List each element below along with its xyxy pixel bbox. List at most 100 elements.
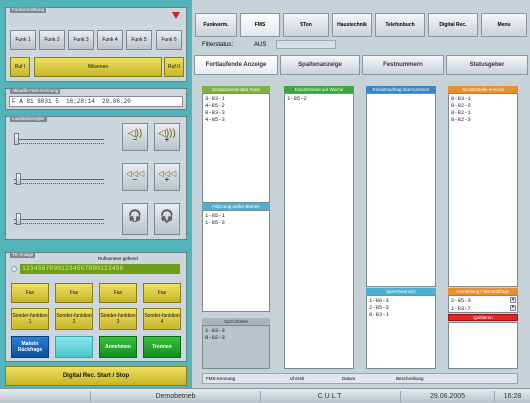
funk-1-button[interactable]: Funk 1 — [10, 30, 36, 50]
list-item[interactable]: 1-85-2 — [287, 95, 351, 102]
tab-spaltenanzeige[interactable]: Spaltenanzeige — [280, 55, 360, 75]
list-item[interactable]: 4-85-2 — [205, 102, 267, 109]
trennen-button[interactable]: Trennen — [143, 336, 181, 358]
ruf-1-button[interactable]: Ruf I — [10, 57, 30, 77]
list-sprechtaste[interactable]: 1-83-3 8-82-3 — [202, 325, 270, 369]
list-item[interactable]: 8-82-3 — [205, 334, 267, 341]
annehmen-button[interactable]: Annehmen — [99, 336, 137, 358]
slider-ticks — [14, 183, 104, 185]
volume-slider-knob[interactable] — [14, 133, 19, 145]
blank-button[interactable] — [55, 336, 93, 358]
volume-slider-track[interactable] — [14, 219, 104, 220]
slider-ticks — [14, 223, 104, 225]
status-cell — [0, 391, 90, 402]
tab-statusgeber[interactable]: Statusgeber — [446, 55, 528, 75]
list-item[interactable]: 2-85-3 — [451, 297, 515, 305]
fax-1-button[interactable]: Fax — [11, 283, 49, 303]
list-item[interactable]: 3-83-1 — [205, 95, 267, 102]
list-item[interactable]: 1-86-3 — [369, 297, 433, 304]
tab-digital-rec[interactable]: Digital Rec. — [428, 13, 478, 37]
list-item[interactable]: 1-85-3 — [205, 219, 267, 226]
tab-funkverm[interactable]: Funkverm. — [195, 13, 237, 37]
list-header-sprechwunsch: Sprechwunsch — [366, 288, 436, 295]
tab-5ton[interactable]: 5Ton — [283, 13, 329, 37]
tab-fms[interactable]: FMS — [240, 13, 280, 37]
sonderfunktion-2-button[interactable]: Sonder-funktion 2 — [55, 308, 93, 330]
headphone-plus-button[interactable]: 🎧 + — [154, 203, 180, 235]
label-fms-kennung: FMS-Kennung — [206, 376, 236, 381]
label-datum: Datum — [342, 376, 356, 381]
scroll-down-icon[interactable]: ▼ — [510, 305, 516, 311]
list-einsatzbereit-funk[interactable]: 3-83-1 4-85-2 8-83-3 4-85-3 — [202, 93, 270, 203]
panel-title: TK-Anlage — [10, 252, 36, 258]
filter-input[interactable] — [276, 40, 336, 49]
tab-telefonbuch[interactable]: Telefonbuch — [375, 13, 425, 37]
list-item[interactable]: 8-82-3 — [451, 116, 515, 123]
list-item[interactable]: 1-85-1 — [205, 212, 267, 219]
tab-menu[interactable]: Menu — [481, 13, 527, 37]
list-einsatzbereit-wache[interactable]: 1-85-2 — [284, 93, 354, 369]
list-einsatzstelle[interactable]: 8-83-1 8-82-2 8-82-1 8-82-3 — [448, 93, 518, 287]
funk-4-button[interactable]: Funk 4 — [97, 30, 123, 50]
list-ausser-betrieb[interactable]: 1-85-1 1-85-3 — [202, 210, 270, 312]
sonderfunktion-1-button[interactable]: Sonder-funktion 1 — [11, 308, 49, 330]
status-brand: CULT — [260, 391, 400, 402]
multi-speaker-plus-button[interactable]: ◁◁◁ + — [154, 163, 180, 191]
list-item[interactable]: 4-85-3 — [205, 116, 267, 123]
list-anmeldung[interactable]: 2-85-3 1-83-7 ▲ ▼ — [448, 295, 518, 313]
slider-ticks — [14, 143, 104, 145]
sonderfunktion-3-button[interactable]: Sonder-funktion 3 — [99, 308, 137, 330]
makeln-rueckfrage-button[interactable]: Makeln Rückfrage — [11, 336, 49, 358]
digital-rec-start-stop-button[interactable]: Digital Rec. Start / Stop — [5, 366, 187, 386]
mitsenen-button[interactable]: Mitsenen — [34, 57, 162, 77]
list-item[interactable]: 8-82-1 — [451, 109, 515, 116]
list-item[interactable]: 8-83-1 — [451, 95, 515, 102]
fms-kennung-display: F A 81 8031 5 16:28:14 29.06.20 — [9, 96, 183, 107]
sonderfunktion-4-button[interactable]: Sonder-funktion 4 — [143, 308, 181, 330]
main-area: Funkverm. FMS 5Ton Haustechnik Telefonbu… — [192, 0, 530, 388]
funk-5-button[interactable]: Funk 5 — [126, 30, 152, 50]
list-item[interactable]: 8-82-2 — [451, 102, 515, 109]
volume-slider-track[interactable] — [14, 179, 104, 180]
plus-icon: + — [164, 175, 170, 184]
headphone-minus-button[interactable]: 🎧 − — [122, 203, 148, 235]
list-item[interactable]: 1-83-7 — [451, 305, 515, 313]
list-header-einsatzbereit-funk: Einsatzbereit über Funk — [202, 86, 270, 93]
quittieren-button[interactable]: Quittieren — [448, 314, 518, 321]
list-item[interactable]: 8-83-3 — [205, 109, 267, 116]
volume-slider-track[interactable] — [14, 139, 104, 140]
fax-4-button[interactable]: Fax — [143, 283, 181, 303]
list-sprechwunsch[interactable]: 1-86-3 2-85-3 8-83-1 — [366, 295, 436, 369]
minus-icon: − — [132, 217, 138, 226]
list-item[interactable]: 8-83-1 — [369, 311, 433, 318]
tk-anlage-panel: TK-Anlage Rufnummer gehend 1234567890123… — [5, 252, 187, 362]
tab-fortlaufende-anzeige[interactable]: Fortlaufende Anzeige — [194, 55, 278, 75]
list-item[interactable]: 2-85-3 — [369, 304, 433, 311]
multi-speaker-minus-button[interactable]: ◁◁◁ − — [122, 163, 148, 191]
ruf-2-button[interactable]: Ruf II — [164, 57, 184, 77]
filterstatus-value: AUS — [254, 42, 267, 48]
volume-slider-knob[interactable] — [16, 173, 21, 185]
list-header-einsatzauftrag: Einsatzauftrag übernommen — [366, 86, 436, 93]
status-date: 29.06.2005 — [400, 391, 494, 402]
tab-haustechnik[interactable]: Haustechnik — [332, 13, 372, 37]
list-einsatzauftrag[interactable] — [366, 93, 436, 287]
funkvermittlung-panel: Funkvermittlung Funk 1 Funk 2 Funk 3 Fun… — [5, 7, 187, 82]
volume-slider-knob[interactable] — [16, 213, 21, 225]
funk-3-button[interactable]: Funk 3 — [68, 30, 94, 50]
panel-title: Lautstärkeregler — [10, 116, 47, 122]
funk-6-button[interactable]: Funk 6 — [156, 30, 182, 50]
tab-festnummern[interactable]: Festnummern — [362, 55, 444, 75]
speaker-plus-button[interactable]: ◁))) + — [154, 123, 180, 151]
list-item[interactable]: 1-83-3 — [205, 327, 267, 334]
list-header-sprechtaste: Sprechtaste — [202, 318, 270, 325]
plus-icon: + — [164, 135, 170, 144]
list-anmeldung-extra[interactable] — [448, 322, 518, 369]
fax-3-button[interactable]: Fax — [99, 283, 137, 303]
status-bar: Demobetrieb CULT 29.06.2005 16:28 — [0, 388, 530, 403]
scroll-up-icon[interactable]: ▲ — [510, 297, 516, 303]
speaker-minus-button[interactable]: ◁)) − — [122, 123, 148, 151]
fax-2-button[interactable]: Fax — [55, 283, 93, 303]
funk-2-button[interactable]: Funk 2 — [39, 30, 65, 50]
dropdown-arrow-icon[interactable] — [172, 12, 180, 19]
